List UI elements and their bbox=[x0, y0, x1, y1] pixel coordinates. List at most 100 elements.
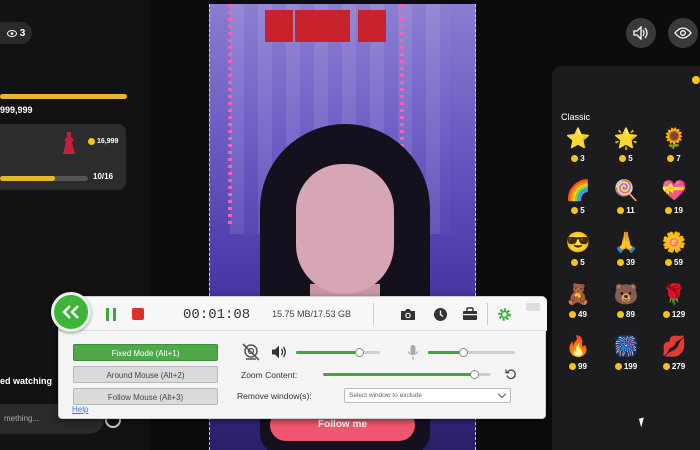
gift-cost: 49 bbox=[560, 310, 596, 319]
gift-icon: 🎆 bbox=[613, 336, 639, 358]
gift-icon: 🌼 bbox=[661, 232, 687, 254]
remove-windows-label: Remove window(s): bbox=[237, 391, 312, 401]
camera-icon[interactable] bbox=[399, 305, 417, 323]
gift-goal-price-text: 16,999 bbox=[97, 138, 119, 145]
gift-cost-value: 5 bbox=[580, 206, 585, 215]
gift-item[interactable]: 🔥 99 bbox=[560, 334, 596, 380]
streamer-face bbox=[296, 164, 394, 294]
coin-icon bbox=[619, 155, 627, 162]
gift-item[interactable]: 😎 5 bbox=[560, 230, 596, 276]
exclude-window-dropdown[interactable]: Select window to exclude bbox=[344, 388, 511, 403]
pause-icon[interactable] bbox=[105, 308, 117, 321]
gift-item[interactable]: 💋 279 bbox=[656, 334, 692, 380]
gift-cost-value: 99 bbox=[578, 362, 587, 371]
flag-decoration bbox=[358, 10, 386, 42]
coin-indicator bbox=[692, 76, 700, 84]
slider-fill bbox=[323, 373, 475, 376]
gift-item[interactable]: 💝 19 bbox=[656, 178, 692, 224]
gift-goal-bar bbox=[0, 176, 88, 181]
reset-icon[interactable] bbox=[505, 368, 517, 380]
gift-cost-value: 279 bbox=[671, 362, 686, 371]
toolbar-divider bbox=[373, 303, 374, 325]
gift-item[interactable]: 🐻 89 bbox=[608, 282, 644, 328]
gift-icon: 🔥 bbox=[565, 336, 591, 358]
gift-cost-value: 129 bbox=[671, 310, 686, 319]
webcam-off-icon[interactable] bbox=[241, 343, 261, 361]
help-link[interactable]: Help bbox=[72, 405, 88, 414]
gift-item[interactable]: 🌹 129 bbox=[656, 282, 692, 328]
gift-item[interactable]: 🌻 7 bbox=[656, 126, 692, 172]
speaker-icon bbox=[633, 26, 648, 40]
gift-icon: 🧸 bbox=[565, 284, 591, 306]
gift-cost: 39 bbox=[608, 258, 644, 267]
microphone-icon[interactable] bbox=[406, 344, 420, 360]
gift-icon: 🙏 bbox=[613, 232, 639, 254]
gift-category-label: Classic bbox=[561, 112, 591, 122]
goal-progress-fill bbox=[0, 94, 127, 99]
system-sound-icon[interactable] bbox=[271, 344, 287, 360]
coin-icon bbox=[667, 155, 675, 162]
gift-item[interactable]: 🧸 49 bbox=[560, 282, 596, 328]
gift-item[interactable]: 🍭 11 bbox=[608, 178, 644, 224]
gift-cost-value: 89 bbox=[626, 310, 635, 319]
gift-cost: 5 bbox=[560, 258, 596, 267]
gift-cost-value: 5 bbox=[580, 258, 585, 267]
microphone-slider[interactable] bbox=[428, 348, 515, 357]
visibility-button[interactable] bbox=[668, 18, 698, 48]
gift-icon: 💝 bbox=[661, 180, 687, 202]
coin-icon bbox=[614, 363, 622, 370]
gift-icon: 🍭 bbox=[613, 180, 639, 202]
collapse-button[interactable] bbox=[51, 292, 91, 332]
zoom-mode-button[interactable]: Fixed Mode (Alt+1) bbox=[73, 344, 218, 361]
screen-recorder-panel: 00:01:08 15.75 MB/17.53 GB Fixed Mode (A… bbox=[58, 296, 547, 419]
gift-item[interactable]: 🙏 39 bbox=[608, 230, 644, 276]
slider-knob[interactable] bbox=[458, 348, 468, 357]
gift-item[interactable]: 🌈 5 bbox=[560, 178, 596, 224]
viewer-count: 3 bbox=[19, 27, 26, 39]
recorder-toolbar: 00:01:08 15.75 MB/17.53 GB bbox=[59, 297, 547, 331]
toolbar-divider bbox=[487, 303, 488, 325]
gift-cost-value: 19 bbox=[674, 206, 683, 215]
gift-item[interactable]: 🌼 59 bbox=[656, 230, 692, 276]
coin-icon bbox=[571, 155, 579, 162]
coin-icon bbox=[569, 311, 577, 318]
flag-decoration bbox=[295, 10, 323, 42]
gift-icon: 😎 bbox=[565, 232, 591, 254]
gift-goal-fill bbox=[0, 176, 55, 181]
gift-cost: 5 bbox=[560, 206, 596, 215]
schedule-icon[interactable] bbox=[431, 305, 449, 323]
coin-icon bbox=[88, 138, 95, 145]
minimize-button[interactable] bbox=[526, 303, 540, 311]
coin-icon bbox=[571, 259, 579, 266]
gift-cost-value: 3 bbox=[580, 154, 585, 163]
gift-cost-value: 59 bbox=[674, 258, 683, 267]
toolbox-icon[interactable] bbox=[461, 305, 479, 323]
gift-goal-price: 16,999 bbox=[88, 138, 118, 145]
coin-icon bbox=[662, 311, 670, 318]
gift-cost: 99 bbox=[560, 362, 596, 371]
coin-icon bbox=[662, 363, 670, 370]
zoom-mode-button[interactable]: Around Mouse (Alt+2) bbox=[73, 366, 218, 383]
gift-cost-value: 11 bbox=[626, 206, 635, 215]
slider-knob[interactable] bbox=[470, 370, 480, 379]
settings-gear-icon[interactable] bbox=[495, 305, 513, 323]
gift-item[interactable]: 🎆 199 bbox=[608, 334, 644, 380]
slider-fill bbox=[296, 351, 359, 354]
system-sound-slider[interactable] bbox=[296, 348, 380, 357]
gift-cost: 3 bbox=[560, 154, 596, 163]
gift-item[interactable]: 🌟 5 bbox=[608, 126, 644, 172]
slider-knob[interactable] bbox=[355, 348, 364, 357]
stop-icon[interactable] bbox=[132, 308, 144, 320]
gift-icon: 🌈 bbox=[565, 180, 591, 202]
gift-cost: 5 bbox=[608, 154, 644, 163]
gift-cost-value: 49 bbox=[578, 310, 587, 319]
gift-cost: 89 bbox=[608, 310, 644, 319]
gift-item[interactable]: ⭐ 3 bbox=[560, 126, 596, 172]
gift-goal-count: 10/16 bbox=[93, 172, 114, 181]
gift-goal-card[interactable]: 16,999 10/16 bbox=[0, 124, 126, 190]
coin-icon bbox=[617, 207, 625, 214]
exclude-window-placeholder: Select window to exclude bbox=[349, 392, 422, 399]
volume-button[interactable] bbox=[626, 18, 656, 48]
zoom-content-slider[interactable] bbox=[323, 370, 491, 379]
zoom-mode-button[interactable]: Follow Mouse (Alt+3) bbox=[73, 388, 218, 405]
